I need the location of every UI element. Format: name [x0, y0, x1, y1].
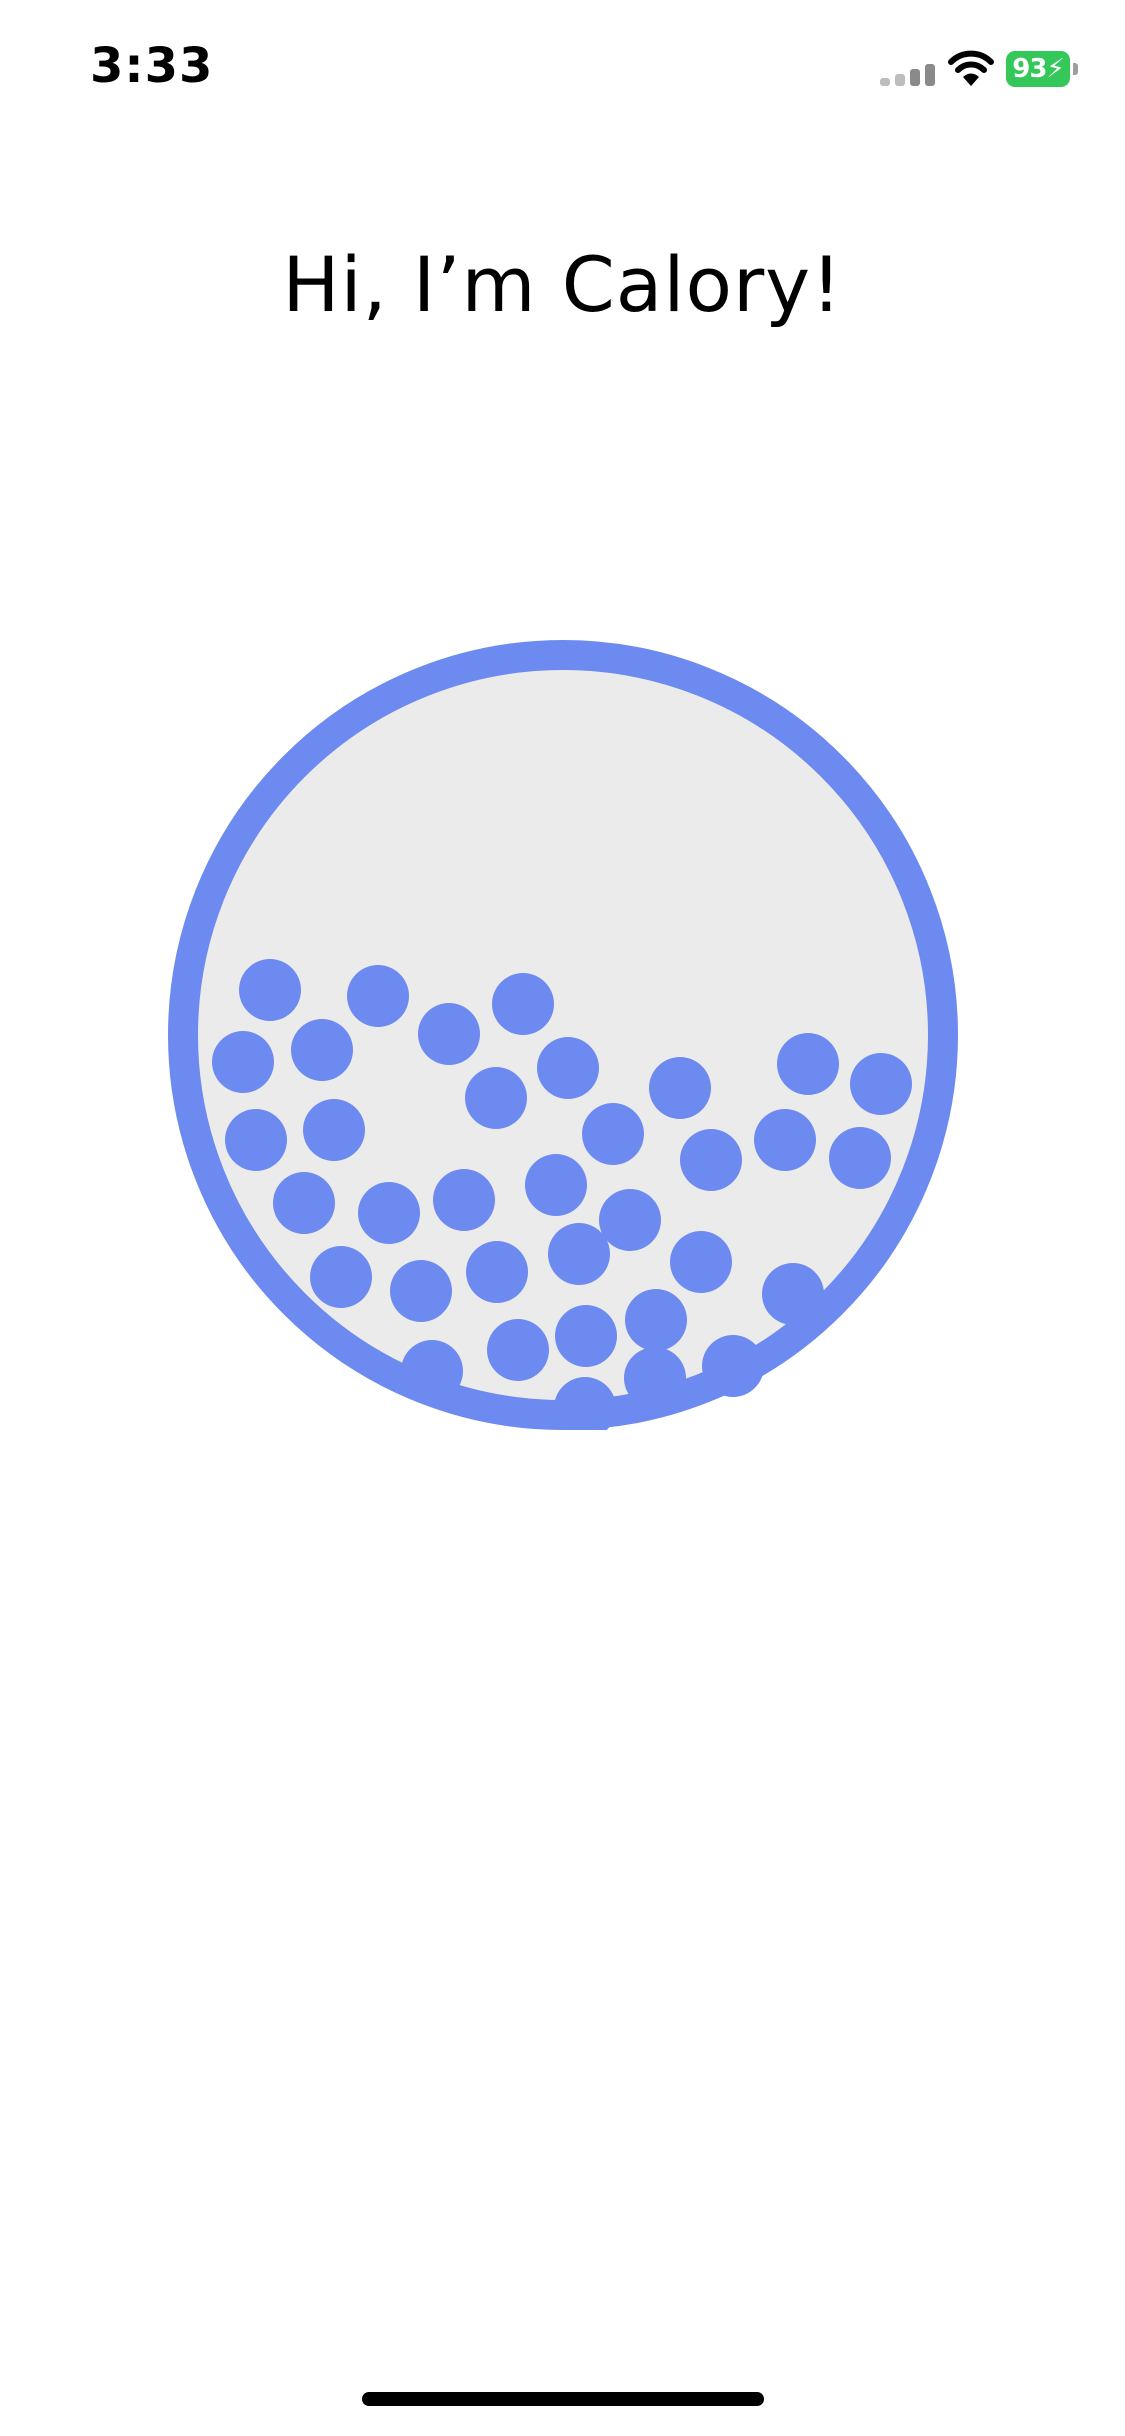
ball [649, 1057, 711, 1119]
ball [433, 1169, 495, 1231]
wifi-icon [948, 50, 994, 86]
ball [466, 1241, 528, 1303]
ball [273, 1172, 335, 1234]
ball [358, 1182, 420, 1244]
ball [225, 1109, 287, 1171]
home-indicator[interactable] [362, 2392, 764, 2406]
ball [525, 1154, 587, 1216]
ball [582, 1103, 644, 1165]
battery-percent: 93 [1012, 54, 1047, 84]
ball [762, 1263, 824, 1325]
ball [465, 1067, 527, 1129]
ball [777, 1033, 839, 1095]
ball [599, 1189, 661, 1251]
ball [291, 1019, 353, 1081]
ball-jar-icon [168, 640, 958, 1430]
ball [702, 1335, 764, 1397]
ball [754, 1109, 816, 1171]
ball [239, 959, 301, 1021]
ball [624, 1347, 686, 1409]
ball [548, 1223, 610, 1285]
ball [401, 1340, 463, 1402]
page-title: Hi, I’m Calory! [282, 240, 843, 329]
status-bar: 3:33 93 ⚡ [0, 0, 1125, 140]
status-time: 3:33 [90, 38, 214, 94]
ball [850, 1053, 912, 1115]
ball [212, 1031, 274, 1093]
ball [537, 1037, 599, 1099]
ball [625, 1289, 687, 1351]
ball [555, 1305, 617, 1367]
ball [310, 1246, 372, 1308]
battery-charging-icon: 93 ⚡ [1006, 50, 1078, 88]
ball [487, 1319, 549, 1381]
ball [418, 1003, 480, 1065]
ball [303, 1099, 365, 1161]
ball [390, 1260, 452, 1322]
ball [670, 1231, 732, 1293]
ball [492, 973, 554, 1035]
ball [347, 965, 409, 1027]
ball [829, 1127, 891, 1189]
signal-icon [880, 64, 936, 86]
charging-bolt-icon: ⚡ [1046, 54, 1064, 84]
ball [680, 1129, 742, 1191]
